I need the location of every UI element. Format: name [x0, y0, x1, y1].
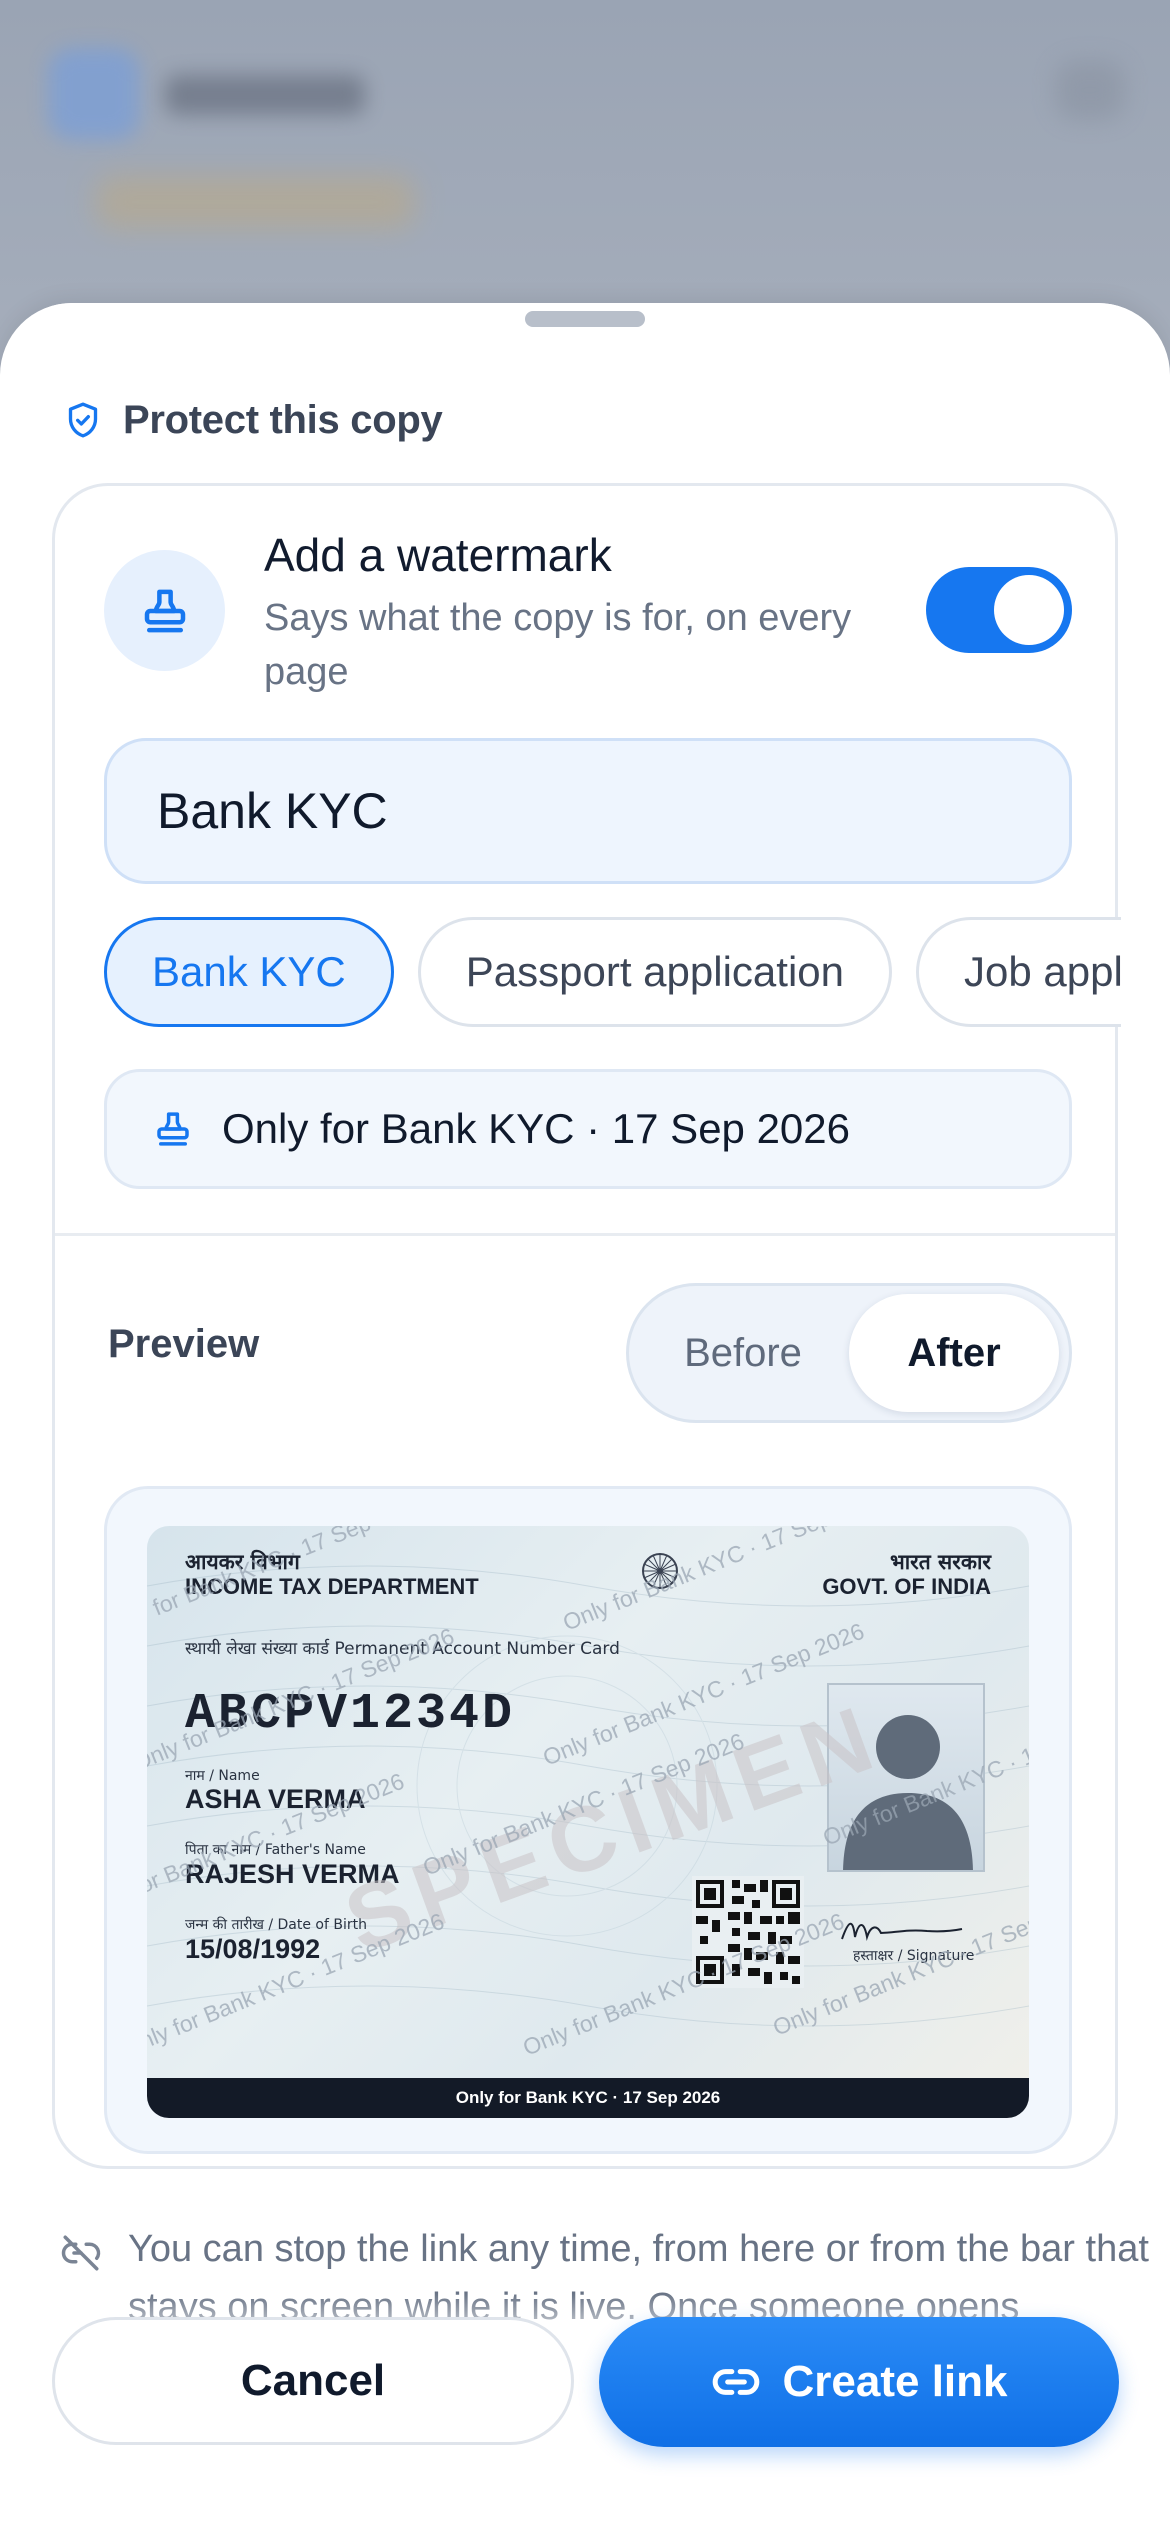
- drag-handle[interactable]: [525, 311, 645, 327]
- preview-container: आयकर विभाग INCOME TAX DEPARTMENT भारत सर…: [104, 1486, 1072, 2154]
- segment-after[interactable]: After: [849, 1294, 1059, 1412]
- watermark-icon-badge: [104, 550, 225, 671]
- watermark-text-input[interactable]: Bank KYC: [104, 738, 1072, 884]
- shield-check-icon: [68, 402, 98, 438]
- pan-number: ABCPV1234D: [185, 1686, 516, 1743]
- dob-label: जन्म की तारीख / Date of Birth: [185, 1917, 367, 1933]
- govt-hindi: भारत सरकार: [889, 1550, 991, 1574]
- toggle-knob: [994, 575, 1064, 645]
- dept-english: INCOME TAX DEPARTMENT: [185, 1574, 479, 1599]
- suggestion-chips: Bank KYC Passport application Job appli: [104, 917, 1121, 1029]
- summary-text: Only for Bank KYC · 17 Sep 2026: [222, 1105, 851, 1152]
- create-link-label: Create link: [782, 2357, 1008, 2406]
- blurred-action: [1055, 60, 1125, 120]
- holder-photo: [827, 1683, 985, 1872]
- preview-segmented-control: Before After: [626, 1283, 1072, 1423]
- divider: [55, 1233, 1115, 1236]
- person-silhouette-icon: [843, 1715, 973, 1870]
- signature-label: हस्ताक्षर / Signature: [853, 1948, 975, 1964]
- name-label: नाम / Name: [185, 1768, 260, 1784]
- holder-name: ASHA VERMA: [185, 1784, 366, 1814]
- watermark-description: Says what the copy is for, on every page: [264, 597, 852, 693]
- ashoka-chakra-icon: [642, 1553, 678, 1589]
- blurred-subtitle: [95, 175, 415, 229]
- segment-before[interactable]: Before: [639, 1294, 847, 1412]
- section-title: Protect this copy: [123, 397, 443, 442]
- section-header: Protect this copy: [63, 397, 443, 442]
- watermark-footer-strip: Only for Bank KYC · 17 Sep 2026: [147, 2078, 1029, 2118]
- chip-job-application[interactable]: Job appli: [916, 917, 1121, 1027]
- signature-mark: [841, 1922, 963, 1941]
- pan-card-preview: आयकर विभाग INCOME TAX DEPARTMENT भारत सर…: [147, 1526, 1029, 2118]
- bottom-sheet: Protect this copy Add a watermark Says w…: [0, 303, 1170, 2532]
- chip-passport-application[interactable]: Passport application: [417, 917, 892, 1027]
- watermark-title: Add a watermark: [264, 529, 612, 581]
- link-icon: [712, 2369, 759, 2395]
- preview-label: Preview: [108, 1322, 260, 1366]
- stamp-icon: [157, 1112, 189, 1146]
- cancel-button[interactable]: Cancel: [52, 2317, 574, 2445]
- date-of-birth: 15/08/1992: [185, 1934, 321, 1964]
- chip-bank-kyc[interactable]: Bank KYC: [104, 917, 394, 1027]
- card-type-label: स्थायी लेखा संख्या कार्ड Permanent Accou…: [185, 1639, 620, 1659]
- watermark-summary: Only for Bank KYC · 17 Sep 2026: [104, 1069, 1072, 1189]
- watermark-card: Add a watermark Says what the copy is fo…: [52, 483, 1121, 2169]
- govt-english: GOVT. OF INDIA: [822, 1574, 991, 1599]
- create-link-button[interactable]: Create link: [599, 2317, 1119, 2447]
- father-name: RAJESH VERMA: [185, 1859, 400, 1889]
- qr-code-icon: [692, 1876, 804, 1988]
- blurred-title: [165, 75, 365, 115]
- watermark-toggle[interactable]: [926, 567, 1072, 653]
- link-off-icon: [61, 2235, 101, 2271]
- father-name-label: पिता का नाम / Father's Name: [185, 1842, 366, 1858]
- stamp-icon: [144, 589, 185, 632]
- dept-hindi: आयकर विभाग: [185, 1550, 300, 1574]
- blurred-logo: [48, 48, 140, 140]
